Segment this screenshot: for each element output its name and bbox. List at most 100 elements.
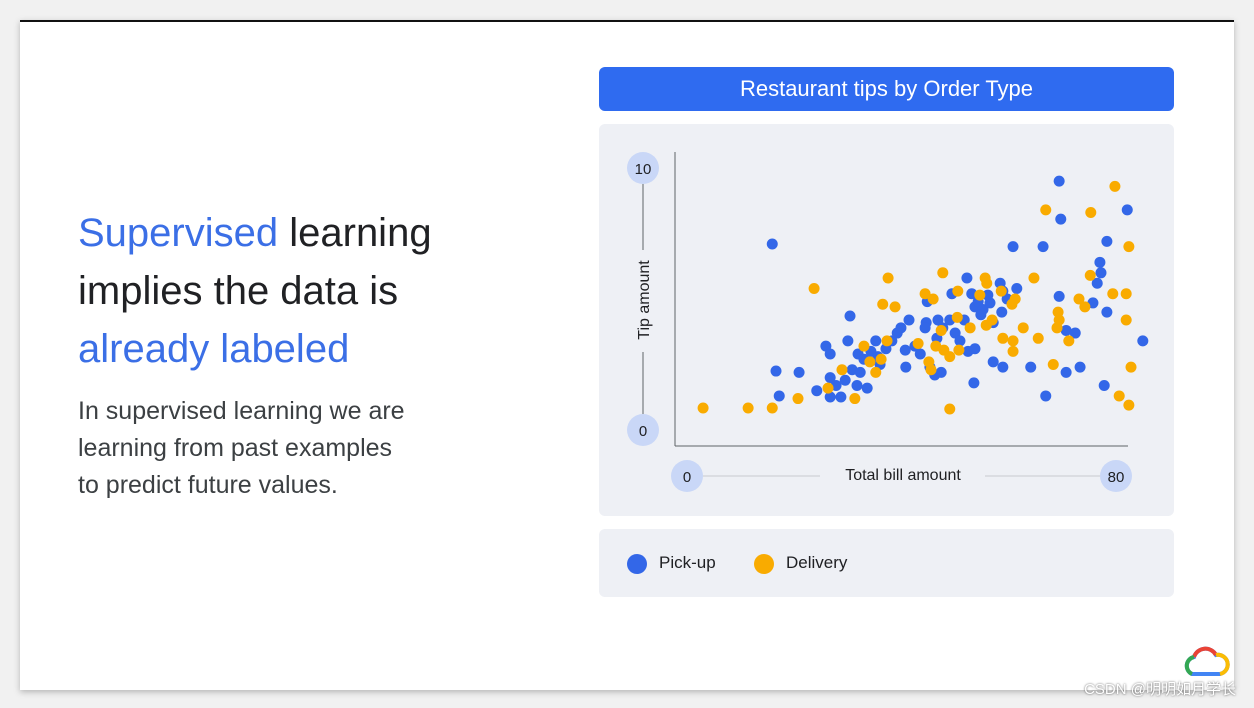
pickup-point: [1037, 241, 1049, 253]
delivery-point: [882, 272, 894, 284]
pickup-point: [773, 390, 785, 402]
pickup-point: [975, 309, 987, 321]
delivery-point: [808, 283, 820, 295]
data-points: [697, 175, 1149, 415]
x-tick-label: 80: [1108, 469, 1125, 486]
delivery-point: [742, 402, 754, 414]
pickup-point: [996, 306, 1008, 318]
delivery-point: [1007, 335, 1019, 347]
delivery-point: [953, 344, 965, 356]
delivery-point: [1009, 293, 1021, 305]
delivery-point: [881, 335, 893, 347]
pickup-point: [839, 374, 851, 386]
pickup-point: [766, 238, 778, 250]
delivery-point: [1063, 335, 1075, 347]
y-tick-label: 0: [639, 423, 647, 440]
delivery-point: [927, 293, 939, 305]
delivery-point: [1125, 361, 1137, 373]
delivery-point: [1120, 288, 1132, 300]
delivery-point: [792, 393, 804, 405]
delivery-point: [766, 402, 778, 414]
delivery-point: [944, 403, 956, 415]
pickup-point: [1055, 213, 1067, 225]
delivery-point: [1120, 314, 1132, 326]
pickup-point: [1074, 361, 1086, 373]
pickup-point: [1053, 290, 1065, 302]
pickup-point: [851, 379, 863, 391]
google-cloud-logo: [1184, 646, 1230, 676]
pickup-point: [1060, 366, 1072, 378]
delivery-point: [1007, 345, 1019, 357]
delivery-point: [964, 322, 976, 334]
delivery-point: [1028, 272, 1040, 284]
delivery-point: [836, 364, 848, 376]
delivery-point: [1047, 359, 1059, 370]
pickup-point: [961, 272, 973, 284]
delivery-point: [1107, 288, 1119, 300]
delivery-point: [1084, 269, 1096, 281]
pickup-point: [1121, 204, 1133, 216]
watermark: CSDN @明明如月学长: [1084, 681, 1236, 698]
pickup-point: [770, 365, 782, 377]
pickup-point: [1053, 175, 1065, 187]
pickup-point: [1095, 267, 1107, 279]
pickup-point: [861, 382, 873, 394]
delivery-point: [995, 285, 1007, 297]
y-tick-label: 10: [635, 161, 652, 178]
delivery-point: [864, 356, 876, 368]
delivery-point: [912, 338, 924, 350]
delivery-point: [1109, 180, 1121, 192]
delivery-point: [935, 324, 947, 336]
delivery-point: [951, 311, 963, 323]
delivery-point: [952, 285, 964, 297]
pickup-point: [835, 391, 847, 403]
delivery-point: [870, 366, 882, 378]
pickup-point: [968, 377, 980, 389]
delivery-point: [980, 319, 992, 331]
delivery-point: [697, 402, 709, 414]
pickup-point: [895, 322, 907, 334]
pickup-point: [1025, 361, 1037, 373]
delivery-point: [1113, 390, 1125, 402]
delivery-point: [997, 332, 1009, 344]
pickup-point: [1101, 306, 1113, 318]
pickup-point: [1094, 256, 1106, 268]
pickup-point: [854, 366, 866, 378]
pickup-point: [842, 335, 854, 347]
pickup-point: [914, 348, 926, 360]
pickup-point: [844, 310, 856, 322]
pickup-point: [870, 335, 882, 347]
pickup-point: [987, 356, 999, 368]
pickup-point: [919, 322, 931, 334]
pickup-point: [935, 366, 947, 378]
delivery-point: [877, 298, 889, 310]
pickup-point: [1137, 335, 1149, 347]
delivery-point: [1079, 301, 1091, 313]
pickup-point: [1101, 235, 1113, 247]
x-tick-label: 0: [683, 469, 691, 486]
scatter-plot: 10 0 0 80 Total bill amount Tip amount: [627, 152, 1230, 676]
delivery-point: [1051, 322, 1063, 334]
delivery-point: [1085, 207, 1097, 219]
delivery-point: [1123, 241, 1135, 253]
delivery-point: [858, 340, 870, 352]
delivery-point: [822, 382, 834, 394]
pickup-point: [1007, 241, 1019, 253]
pickup-point: [899, 344, 911, 356]
pickup-point: [969, 343, 981, 355]
y-axis-label: Tip amount: [636, 260, 653, 340]
delivery-point: [875, 353, 887, 365]
delivery-point: [925, 364, 937, 376]
pickup-point: [1011, 283, 1023, 295]
pickup-point: [811, 385, 823, 397]
delivery-point: [974, 289, 986, 301]
pickup-point: [903, 314, 915, 326]
delivery-point: [1123, 399, 1135, 411]
delivery-point: [889, 301, 901, 313]
pickup-point: [984, 297, 996, 309]
delivery-point: [938, 344, 950, 356]
delivery-point: [849, 393, 861, 405]
pickup-point: [997, 361, 1009, 373]
pickup-point: [824, 348, 836, 360]
delivery-point: [1017, 322, 1029, 334]
